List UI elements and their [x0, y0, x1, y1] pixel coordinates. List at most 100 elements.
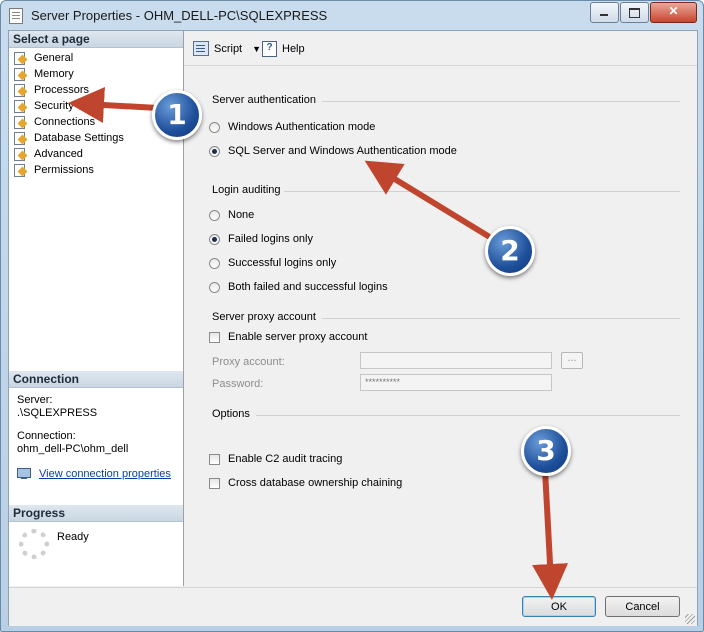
script-button[interactable]: Script ▼ [193, 41, 261, 56]
options-title: Options [212, 408, 250, 420]
page-wrench-icon [14, 84, 28, 97]
audit-successful-radio[interactable]: Successful logins only [209, 257, 336, 269]
document-icon [9, 8, 23, 24]
password-label: Password: [212, 378, 264, 390]
radio-label: Successful logins only [228, 257, 337, 269]
sidebar-item-processors[interactable]: Processors [9, 82, 183, 98]
windows-auth-radio[interactable]: Windows Authentication mode [209, 121, 375, 133]
server-label: Server: [17, 394, 53, 406]
annotation-badge-3: 3 [521, 426, 571, 476]
window-title: Server Properties - OHM_DELL-PC\SQLEXPRE… [31, 8, 328, 23]
progress-section: Progress Ready [9, 505, 183, 559]
sidebar-item-label: Security [34, 100, 74, 112]
radio-label: None [228, 209, 255, 221]
page-wrench-icon [14, 52, 28, 65]
checkbox-label: Enable C2 audit tracing [228, 453, 343, 465]
script-icon [193, 41, 209, 56]
progress-spinner-icon [19, 529, 49, 559]
server-authentication-title: Server authentication [212, 94, 316, 106]
radio-icon [209, 121, 220, 133]
annotation-badge-1: 1 [152, 90, 202, 140]
proxy-account-field[interactable] [360, 352, 552, 369]
radio-label: SQL Server and Windows Authentication mo… [228, 145, 457, 157]
connection-section: Connection Server: .\SQLEXPRESS Connecti… [9, 371, 183, 480]
sidebar-item-label: Database Settings [34, 132, 124, 144]
audit-failed-radio[interactable]: Failed logins only [209, 233, 313, 245]
checkbox-label: Cross database ownership chaining [228, 477, 403, 489]
cross-db-chaining-checkbox[interactable]: Cross database ownership chaining [209, 477, 402, 489]
group-divider [322, 318, 680, 319]
connection-value: ohm_dell-PC\ohm_dell [17, 443, 129, 455]
chevron-down-icon[interactable]: ▼ [252, 44, 261, 54]
annotation-badge-2: 2 [485, 226, 535, 276]
radio-label: Failed logins only [228, 233, 313, 245]
mixed-auth-radio[interactable]: SQL Server and Windows Authentication mo… [209, 145, 457, 157]
title-bar[interactable]: Server Properties - OHM_DELL-PC\SQLEXPRE… [1, 1, 703, 31]
sidebar-item-label: Permissions [34, 164, 94, 176]
connection-info: Server: .\SQLEXPRESS Connection: ohm_del… [9, 388, 183, 462]
group-divider [322, 101, 680, 102]
script-label: Script [214, 42, 243, 55]
dialog-client-area: Select a page General Memory Processors … [8, 30, 698, 626]
enable-proxy-checkbox[interactable]: Enable server proxy account [209, 331, 367, 343]
progress-header: Progress [9, 505, 183, 522]
sidebar-item-permissions[interactable]: Permissions [9, 162, 183, 178]
radio-label: Windows Authentication mode [228, 121, 376, 133]
audit-both-radio[interactable]: Both failed and successful logins [209, 281, 388, 293]
radio-icon [209, 257, 220, 269]
radio-label: Both failed and successful logins [228, 281, 388, 293]
server-value: .\SQLEXPRESS [17, 407, 98, 419]
checkbox-icon [209, 331, 220, 343]
sidebar-item-advanced[interactable]: Advanced [9, 146, 183, 162]
help-icon [262, 41, 277, 57]
c2-audit-checkbox[interactable]: Enable C2 audit tracing [209, 453, 342, 465]
checkbox-label: Enable server proxy account [228, 331, 368, 343]
page-wrench-icon [14, 100, 28, 113]
page-wrench-icon [14, 68, 28, 81]
radio-icon [209, 281, 220, 293]
minimize-icon[interactable] [590, 2, 619, 23]
view-connection-properties-link[interactable]: View connection properties [39, 468, 171, 480]
sidebar-item-label: Processors [34, 84, 90, 96]
sidebar-item-database-settings[interactable]: Database Settings [9, 130, 183, 146]
radio-selected-icon [209, 145, 220, 157]
maximize-icon[interactable] [620, 2, 649, 23]
ok-button[interactable]: OK [522, 596, 596, 617]
login-auditing-title: Login auditing [212, 184, 281, 196]
proxy-browse-button[interactable]: ... [561, 352, 583, 369]
connection-header: Connection [9, 371, 183, 388]
connection-label: Connection: [17, 430, 76, 442]
help-label: Help [282, 43, 305, 55]
select-page-header: Select a page [9, 31, 183, 48]
page-wrench-icon [14, 164, 28, 177]
page-wrench-icon [14, 116, 28, 129]
sidebar-item-label: Connections [34, 116, 96, 128]
view-connection-properties[interactable]: View connection properties [9, 468, 183, 480]
radio-selected-icon [209, 233, 220, 245]
resize-grip-icon[interactable] [685, 614, 695, 624]
group-divider [256, 415, 680, 416]
checkbox-icon [209, 453, 220, 465]
progress-status: Ready [57, 531, 89, 543]
cancel-button[interactable]: Cancel [605, 596, 680, 617]
proxy-account-label: Proxy account: [212, 356, 285, 368]
page-wrench-icon [14, 148, 28, 161]
close-icon[interactable] [650, 2, 697, 23]
sidebar-item-label: Memory [34, 68, 74, 80]
help-button[interactable]: Help [262, 41, 305, 57]
connection-monitor-icon [17, 468, 31, 480]
audit-none-radio[interactable]: None [209, 209, 254, 221]
proxy-password-field[interactable]: ********** [360, 374, 552, 391]
sidebar-item-label: General [34, 52, 74, 64]
group-divider [284, 191, 680, 192]
server-properties-window: Server Properties - OHM_DELL-PC\SQLEXPRE… [0, 0, 704, 632]
server-proxy-title: Server proxy account [212, 311, 316, 323]
sidebar-item-general[interactable]: General [9, 50, 183, 66]
checkbox-icon [209, 477, 220, 489]
toolbar: Script ▼ Help [184, 31, 697, 66]
window-controls [589, 2, 697, 23]
page-wrench-icon [14, 132, 28, 145]
dialog-button-bar: OK Cancel [9, 587, 697, 626]
sidebar-item-memory[interactable]: Memory [9, 66, 183, 82]
sidebar-item-label: Advanced [34, 148, 83, 160]
